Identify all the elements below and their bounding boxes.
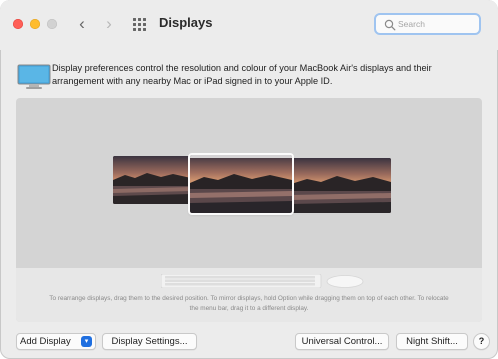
description-text: Display preferences control the resoluti… [52,63,432,86]
display-thumbnail-right[interactable] [291,158,391,213]
display-monitor-icon [17,64,51,89]
close-window-button[interactable] [13,19,23,29]
arrangement-footer: To rearrange displays, drag them to the … [16,268,482,322]
mouse-icon [326,275,364,288]
help-button[interactable]: ? [473,333,490,350]
add-display-button[interactable]: Add Display ▾ [16,333,96,350]
wallpaper-image [291,158,391,213]
wallpaper-image [190,155,292,213]
search-field[interactable] [374,13,481,35]
display-thumbnail-left[interactable] [113,156,191,204]
window-title: Displays [159,15,213,30]
display-thumbnail-main[interactable] [188,153,294,215]
wallpaper-image [113,156,191,204]
title-bar: ‹ › Displays [0,0,498,50]
keyboard-icon [161,274,322,288]
chevron-down-icon: ▾ [81,336,92,347]
forward-button[interactable]: › [100,13,118,35]
night-shift-button[interactable]: Night Shift... [396,333,468,350]
search-input[interactable] [398,15,476,33]
zoom-window-button[interactable] [47,19,57,29]
arrangement-hint: To rearrange displays, drag them to the … [49,295,449,312]
display-settings-button[interactable]: Display Settings... [102,333,197,350]
show-all-grid-icon[interactable] [133,18,147,32]
minimize-window-button[interactable] [30,19,40,29]
universal-control-button[interactable]: Universal Control... [295,333,389,350]
add-display-label: Add Display [20,336,71,347]
back-button[interactable]: ‹ [73,13,91,35]
display-arrangement-area[interactable]: To rearrange displays, drag them to the … [16,98,482,322]
system-preferences-window: ‹ › Displays Display preferences control… [0,0,498,359]
search-icon [384,19,396,31]
